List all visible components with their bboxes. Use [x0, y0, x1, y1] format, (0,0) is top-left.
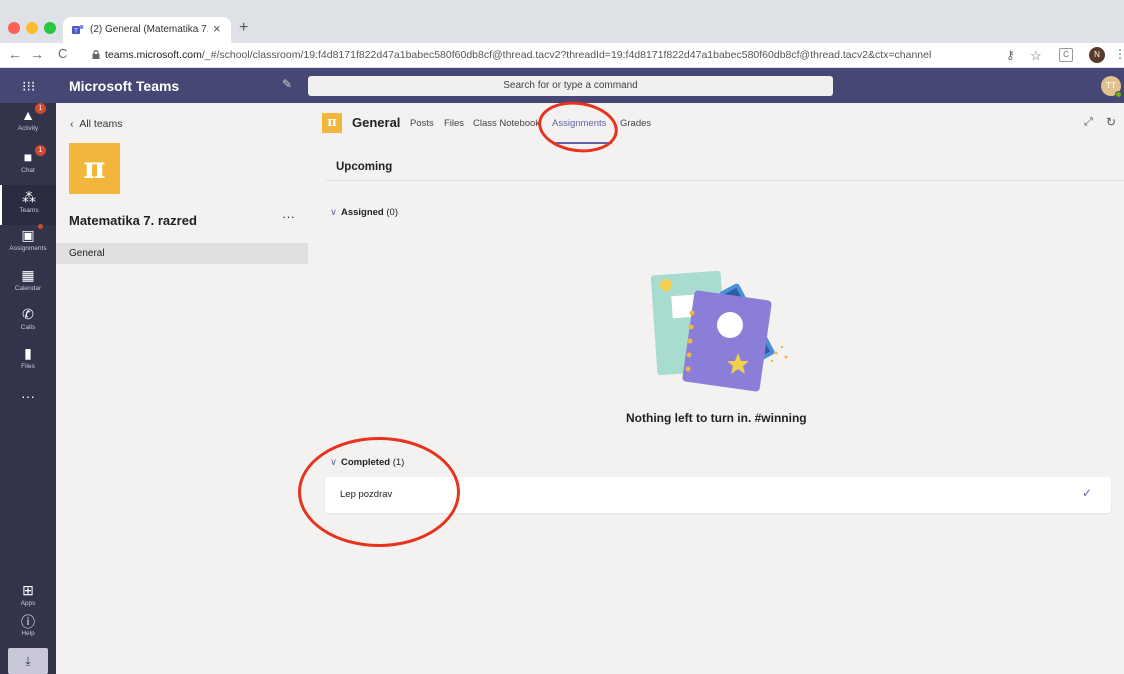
all-teams-link[interactable]: ‹ All teams [70, 118, 123, 130]
assignments-dot [38, 224, 43, 229]
url-field[interactable]: teams.microsoft.com/_#/school/classroom/… [105, 49, 931, 61]
key-icon[interactable]: ⚷ [1006, 48, 1015, 62]
chat-badge: 1 [35, 145, 46, 156]
maximize-window-button[interactable] [44, 22, 56, 34]
new-chat-icon[interactable]: ✎ [282, 77, 292, 91]
extension-icon[interactable]: C [1059, 48, 1073, 62]
completed-group-toggle[interactable]: ∨ Completed (1) [330, 457, 404, 468]
url-host: teams.microsoft.com [105, 49, 202, 61]
browser-tab-bar: T (2) General (Matematika 7. razre × + [0, 0, 1124, 43]
tab-grades[interactable]: Grades [620, 118, 651, 129]
channel-name: General [352, 115, 401, 130]
team-name: Matematika 7. razred [69, 213, 197, 228]
rail-item-files[interactable]: ▮ Files [0, 341, 56, 381]
bell-icon: ▲ [21, 107, 35, 123]
rail-item-teams[interactable]: ⁂ Teams [0, 185, 56, 225]
channel-item-general[interactable]: General [56, 243, 308, 264]
presence-status-icon [1115, 91, 1122, 98]
assignments-bag-icon: ▣ [21, 227, 35, 243]
assignment-card[interactable]: Lep pozdrav ✓ [325, 477, 1111, 513]
rail-item-calendar[interactable]: ▦ Calendar [0, 263, 56, 303]
teams-header: ⁝⁝⁝ Microsoft Teams ✎ Search for or type… [0, 68, 1124, 103]
teams-favicon-icon: T [72, 25, 84, 35]
assignment-title: Lep pozdrav [340, 489, 393, 500]
refresh-icon[interactable]: ↻ [1106, 115, 1116, 129]
assigned-count: (0) [386, 207, 398, 218]
chevron-down-icon: ∨ [330, 207, 337, 218]
address-bar: ← → C teams.microsoft.com/_#/school/clas… [0, 43, 1124, 68]
close-window-button[interactable] [8, 22, 20, 34]
browser-menu-icon[interactable]: ⋮ [1114, 47, 1124, 61]
rail-label: Files [21, 363, 35, 370]
rail-label: Assignments [9, 245, 47, 252]
app-title: Microsoft Teams [69, 78, 180, 94]
assigned-label: Assigned [340, 207, 384, 218]
chevron-left-icon: ‹ [70, 118, 80, 130]
app-rail: ▲ Activity 1 ■ Chat 1 ⁂ Teams ▣ Assignme… [0, 103, 56, 674]
download-app-icon[interactable]: ⤓ [8, 648, 48, 674]
tab-class-notebook[interactable]: Class Notebook [473, 118, 545, 129]
rail-item-chat[interactable]: ■ Chat 1 [0, 145, 56, 185]
calendar-icon: ▦ [21, 267, 35, 283]
new-tab-icon[interactable]: + [239, 19, 248, 37]
tab-files[interactable]: Files [444, 118, 464, 129]
checkmark-icon: ✓ [1082, 486, 1093, 500]
main-content: π General Posts Files Class Notebook Ass… [308, 103, 1124, 674]
tab-posts[interactable]: Posts [410, 118, 434, 129]
rail-item-assignments[interactable]: ▣ Assignments [0, 223, 56, 263]
browser-profile-avatar[interactable]: N [1089, 47, 1105, 63]
forward-arrow-icon[interactable]: → [30, 46, 44, 62]
close-tab-icon[interactable]: × [213, 21, 221, 36]
rail-item-activity[interactable]: ▲ Activity 1 [0, 103, 56, 143]
channel-team-logo: π [322, 113, 342, 133]
lock-icon [92, 50, 100, 59]
team-more-options-icon[interactable]: ··· [282, 209, 295, 224]
rail-label: Activity [17, 125, 39, 132]
tab-assignments[interactable]: Assignments [552, 118, 606, 129]
completed-count: (1) [392, 457, 405, 468]
chevron-down-icon: ∨ [330, 457, 337, 468]
minimize-window-button[interactable] [26, 22, 38, 34]
team-panel: ‹ All teams π Matematika 7. razred ··· G… [56, 103, 308, 674]
teams-icon: ⁂ [22, 189, 36, 205]
empty-state-illustration [650, 270, 788, 392]
rail-label: Calendar [14, 285, 42, 292]
file-icon: ▮ [24, 345, 32, 361]
svg-text:T: T [74, 29, 78, 35]
more-apps-icon[interactable]: ··· [0, 388, 56, 404]
upcoming-title: Upcoming [336, 161, 393, 173]
all-teams-label: All teams [79, 118, 123, 130]
app-launcher-icon[interactable]: ⁝⁝⁝ [22, 78, 35, 95]
rail-label: Calls [20, 324, 36, 331]
empty-state-message: Nothing left to turn in. #winning [626, 411, 807, 425]
rail-label: Help [21, 630, 35, 637]
rail-label: Apps [20, 600, 36, 607]
browser-tab-title: (2) General (Matematika 7. razre [90, 24, 208, 35]
search-input[interactable]: Search for or type a command [308, 76, 833, 96]
browser-tab[interactable]: T (2) General (Matematika 7. razre × [63, 17, 231, 43]
help-icon: ⓘ [21, 614, 35, 630]
reload-icon[interactable]: C [58, 46, 67, 61]
team-logo: π [69, 143, 120, 194]
rail-label: Chat [21, 167, 35, 174]
back-arrow-icon[interactable]: ← [8, 46, 22, 62]
assigned-group-toggle[interactable]: ∨ Assigned (0) [330, 207, 398, 218]
expand-icon[interactable]: ⤢ [1084, 116, 1093, 129]
activity-badge: 1 [35, 103, 46, 114]
channel-header: π General Posts Files Class Notebook Ass… [308, 103, 1124, 147]
rail-label: Teams [19, 207, 39, 214]
phone-icon: ✆ [22, 306, 34, 322]
chat-icon: ■ [23, 149, 33, 165]
divider [326, 180, 1124, 181]
rail-item-calls[interactable]: ✆ Calls [0, 302, 56, 342]
active-tab-indicator [552, 142, 612, 144]
url-path: /_#/school/classroom/19:f4d8171f822d47a1… [201, 49, 932, 61]
apps-icon: ⊞ [22, 582, 34, 598]
completed-label: Completed [340, 457, 391, 468]
bookmark-star-icon[interactable]: ☆ [1030, 48, 1042, 64]
rail-item-help[interactable]: ⓘ Help [0, 608, 56, 648]
